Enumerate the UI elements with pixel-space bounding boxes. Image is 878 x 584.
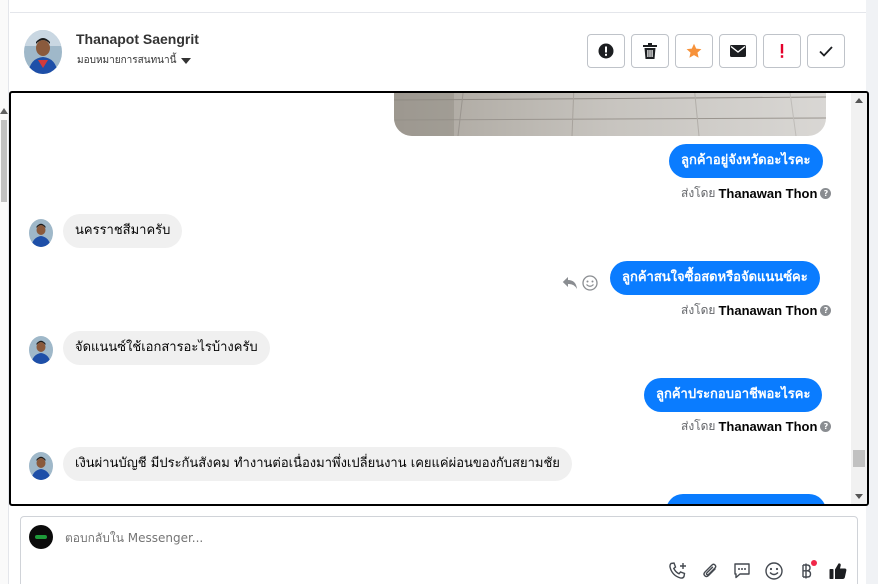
sent-by-agent: Thanawan Thon — [718, 419, 818, 434]
star-button[interactable] — [675, 34, 713, 68]
conversation-header: Thanapot Saengrit มอบหมายการสนทนานี้ — [10, 13, 866, 91]
scrollbar-thumb[interactable] — [853, 450, 865, 467]
scrollbar-thumb[interactable] — [1, 120, 7, 202]
image-attachment[interactable] — [394, 93, 826, 136]
assign-label: มอบหมายการสนทนานี้ — [77, 55, 177, 66]
contact-avatar-small[interactable] — [29, 336, 53, 364]
contact-avatar[interactable] — [24, 30, 62, 74]
page-avatar — [29, 525, 53, 549]
saved-reply-icon — [734, 563, 750, 579]
incoming-message[interactable]: เงินผ่านบัญชี มีประกันสังคม ทำงานต่อเนื่… — [63, 447, 572, 481]
sent-by-prefix: ส่งโดย — [681, 186, 716, 200]
thread-scrollbar[interactable] — [851, 93, 867, 504]
scroll-up-arrow-icon[interactable] — [855, 98, 863, 103]
outgoing-message[interactable]: ลูกค้าอยู่จังหวัดอะไรคะ — [669, 144, 823, 178]
info-icon[interactable]: ? — [820, 421, 832, 432]
mark-unread-button[interactable] — [719, 34, 757, 68]
sent-by-label: ส่งโดย Thanawan Thon ? — [681, 184, 832, 203]
exclamation-icon — [780, 44, 784, 58]
sent-by-prefix: ส่งโดย — [681, 419, 716, 433]
composer-toolbar — [667, 560, 849, 582]
mark-done-button[interactable] — [807, 34, 845, 68]
envelope-icon — [730, 45, 746, 57]
mark-spam-button[interactable] — [587, 34, 625, 68]
contact-avatar-small[interactable] — [29, 452, 53, 480]
payment-button[interactable] — [795, 560, 817, 582]
saved-replies-button[interactable] — [731, 560, 753, 582]
message-thread[interactable]: ลูกค้าอยู่จังหวัดอะไรคะ ส่งโดย Thanawan … — [9, 91, 869, 506]
sent-by-label: ส่งโดย Thanawan Thon ? — [681, 301, 832, 320]
attach-button[interactable] — [699, 560, 721, 582]
thumbs-up-icon — [829, 563, 847, 579]
inbox-conversation-view: Thanapot Saengrit มอบหมายการสนทนานี้ ลูก… — [0, 0, 878, 584]
sent-by-agent: Thanawan Thon — [718, 186, 818, 201]
left-panel-scrollbar[interactable] — [0, 0, 9, 584]
follow-up-button[interactable] — [763, 34, 801, 68]
checkmark-icon — [819, 45, 833, 57]
sent-by-label: ส่งโดย Thanawan Thon ? — [681, 417, 832, 436]
incoming-message[interactable]: นครราชสีมาครับ — [63, 214, 183, 248]
reply-icon[interactable] — [562, 276, 578, 290]
scroll-down-arrow-icon[interactable] — [855, 494, 863, 499]
paperclip-icon — [703, 563, 717, 578]
outgoing-message[interactable]: ลูกค้าสนใจซื้อสดหรือจัดแนนซ์คะ — [610, 261, 820, 295]
alert-circle-icon — [598, 43, 614, 59]
call-button[interactable] — [667, 560, 689, 582]
like-button[interactable] — [827, 560, 849, 582]
delete-button[interactable] — [631, 34, 669, 68]
message-hover-actions — [562, 275, 598, 291]
reaction-emoji-icon[interactable] — [582, 275, 598, 291]
outgoing-message[interactable]: ลูกค้าประกอบอาชีพอะไรคะ — [644, 378, 823, 412]
assign-conversation-dropdown[interactable]: มอบหมายการสนทนานี้ — [77, 53, 192, 68]
info-icon[interactable]: ? — [820, 188, 832, 199]
trash-icon — [643, 43, 657, 59]
phone-add-icon — [669, 562, 686, 579]
reply-input[interactable] — [65, 531, 565, 545]
scroll-up-arrow-icon[interactable] — [0, 108, 8, 114]
emoji-icon — [765, 562, 783, 580]
sent-by-agent: Thanawan Thon — [718, 303, 818, 318]
contact-name: Thanapot Saengrit — [76, 31, 199, 47]
star-icon — [686, 43, 702, 58]
notification-dot — [811, 560, 817, 566]
sent-by-prefix: ส่งโดย — [681, 303, 716, 317]
reply-composer — [20, 516, 858, 584]
outgoing-message-partial[interactable] — [666, 494, 826, 504]
chevron-down-icon — [181, 57, 192, 64]
contact-avatar-small[interactable] — [29, 219, 53, 247]
conversation-actions — [587, 34, 845, 68]
info-icon[interactable]: ? — [820, 305, 832, 316]
incoming-message[interactable]: จัดแนนซ์ใช้เอกสารอะไรบ้างครับ — [63, 331, 270, 365]
emoji-button[interactable] — [763, 560, 785, 582]
